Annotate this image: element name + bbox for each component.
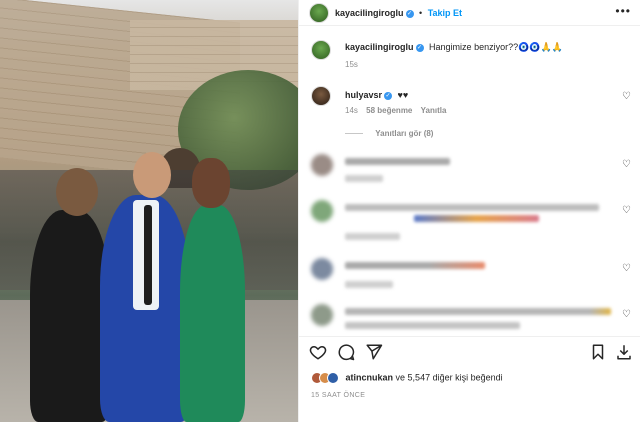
comment-username[interactable]: hulyavsr: [345, 90, 382, 100]
replies-line: [345, 133, 363, 135]
caption: kayacilingiroglu ✓ Hangimize benziyor??🧿🧿…: [345, 42, 563, 53]
blurred-comment-text: [345, 322, 520, 329]
verified-badge-icon: ✓: [405, 9, 414, 18]
header-separator: •: [419, 8, 423, 18]
comment-reply-button[interactable]: Yanıtla: [421, 106, 447, 115]
caption-time: 15s: [345, 60, 358, 69]
comment-like-heart-icon[interactable]: ♡: [622, 92, 632, 102]
comment: hulyavsr ✓ ♥♥: [345, 90, 408, 100]
blurred-comment-meta: [345, 233, 400, 240]
photo-man-head: [133, 152, 171, 198]
liker-avatar: [327, 372, 339, 384]
blurred-comment-avatar: [311, 200, 333, 222]
photo-woman-green-head: [192, 158, 230, 208]
verified-badge-icon: ✓: [415, 43, 424, 52]
blurred-comment-emoji: [414, 215, 539, 222]
post-photo[interactable]: [0, 0, 298, 422]
comment-like-heart-icon[interactable]: ♡: [622, 264, 632, 274]
blurred-comment-text: [345, 204, 599, 211]
comment-likes[interactable]: 58 beğenme: [366, 106, 412, 115]
blurred-comment-text: [345, 308, 611, 315]
photo-woman-green-dress: [180, 205, 245, 422]
comment-like-heart-icon[interactable]: ♡: [622, 310, 632, 320]
download-icon[interactable]: [615, 343, 633, 361]
view-replies[interactable]: Yanıtları gör (8): [345, 129, 433, 138]
blurred-comment-text: [345, 262, 485, 269]
author-avatar[interactable]: [309, 3, 329, 23]
photo-man-tie: [144, 205, 152, 305]
comment-meta: 14s 58 beğenme Yanıtla: [345, 106, 446, 115]
follow-button[interactable]: Takip Et: [428, 8, 462, 18]
comment-avatar[interactable]: [311, 86, 331, 106]
view-replies-label[interactable]: Yanıtları gör (8): [375, 129, 433, 138]
photo-woman-head: [56, 168, 98, 216]
blurred-comment-avatar: [311, 304, 333, 326]
like-heart-icon[interactable]: [309, 343, 327, 361]
caption-avatar[interactable]: [311, 40, 331, 60]
post-timestamp: 15 SAAT ÖNCE: [311, 392, 366, 399]
comment-bubble-icon[interactable]: [337, 343, 355, 361]
more-options-icon[interactable]: •••: [615, 4, 631, 18]
blurred-comment-meta: [345, 175, 383, 182]
action-bar: [299, 336, 640, 366]
post-sidebar: kayacilingiroglu ✓ • Takip Et ••• kayacil…: [298, 0, 640, 422]
blurred-comment-avatar: [311, 258, 333, 280]
comment-like-heart-icon[interactable]: ♡: [622, 160, 632, 170]
caption-text: Hangimize benziyor??🧿🧿🙏🙏: [429, 42, 563, 52]
verified-badge-icon: ✓: [384, 91, 393, 100]
save-bookmark-icon[interactable]: [589, 343, 607, 361]
photo-woman-black-dress: [30, 210, 110, 422]
likes-count-text[interactable]: ve 5,547 diğer kişi beğendi: [396, 372, 503, 382]
comment-like-heart-icon[interactable]: ♡: [622, 206, 632, 216]
blurred-comment-meta: [345, 281, 393, 288]
first-liker-username[interactable]: atincnukan: [346, 372, 394, 382]
share-paper-plane-icon[interactable]: [365, 343, 383, 361]
author-username[interactable]: kayacilingiroglu: [335, 8, 404, 18]
likes-summary: atincnukan ve 5,547 diğer kişi beğendi: [311, 372, 503, 384]
blurred-comment-avatar: [311, 154, 333, 176]
caption-username[interactable]: kayacilingiroglu: [345, 42, 414, 52]
comment-text: ♥♥: [397, 90, 409, 100]
post-header: kayacilingiroglu ✓ • Takip Et •••: [299, 0, 640, 26]
comment-time: 14s: [345, 106, 358, 115]
blurred-comment-text: [345, 158, 450, 165]
